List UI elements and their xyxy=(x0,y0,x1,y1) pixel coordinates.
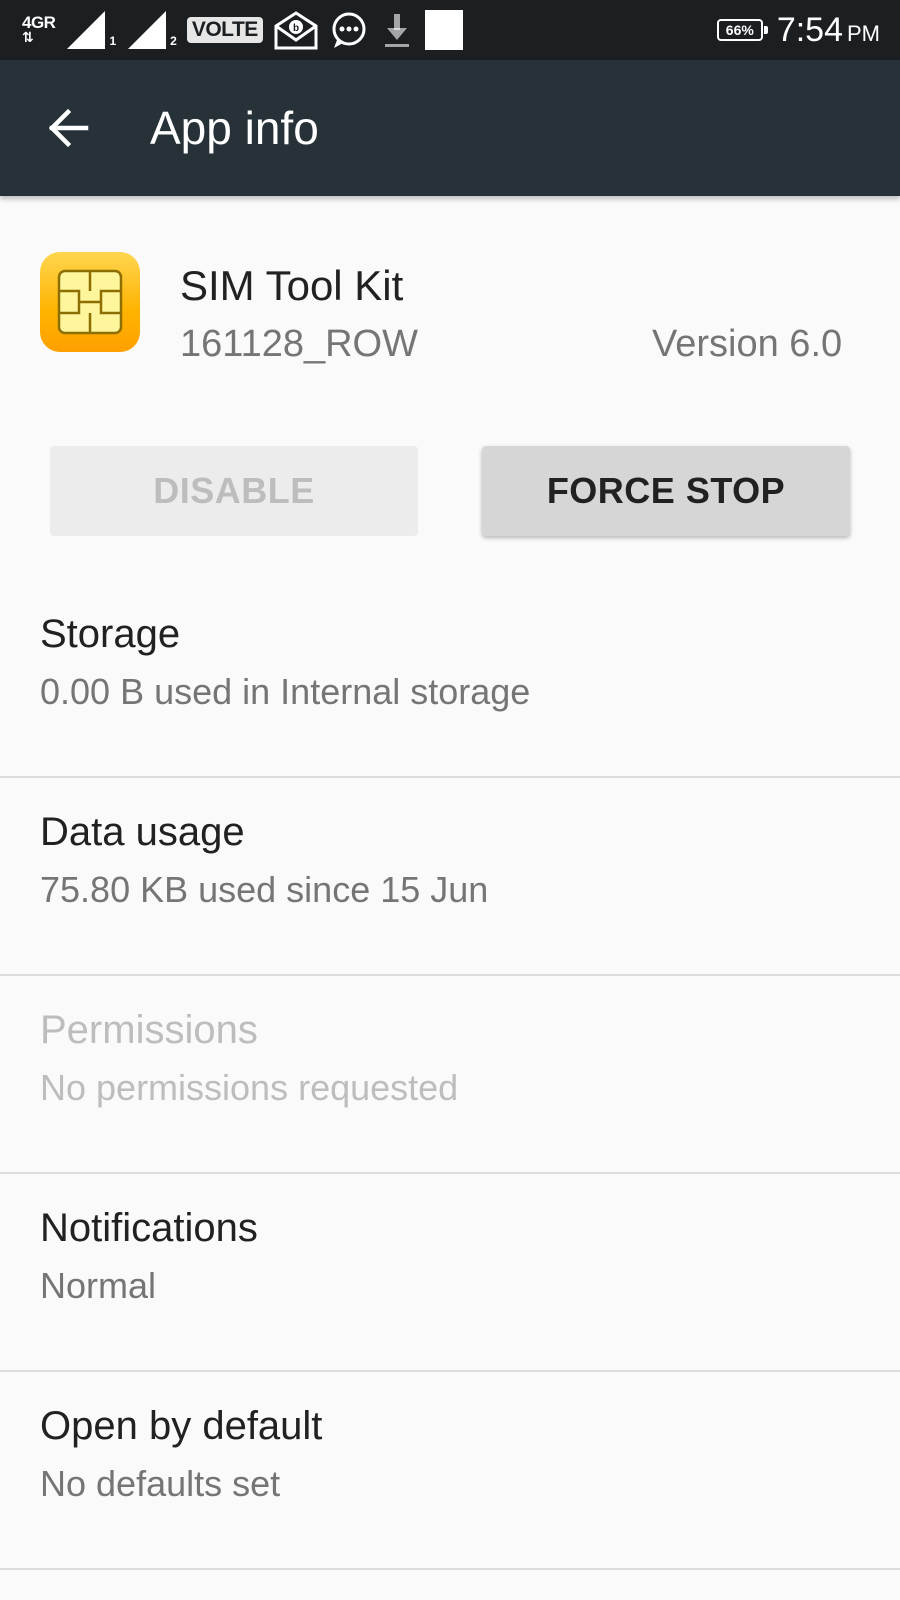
page-title: App info xyxy=(150,102,319,154)
force-stop-button[interactable]: FORCE STOP xyxy=(482,446,850,536)
clock-time: 7:54 xyxy=(776,10,843,49)
volte-badge: VOLTE xyxy=(186,17,263,43)
clock-ampm: PM xyxy=(847,20,880,46)
notification-placeholder-icon xyxy=(424,10,463,50)
chat-bubble-icon xyxy=(332,12,366,48)
app-version: Version 6.0 xyxy=(652,323,843,365)
download-icon xyxy=(384,14,409,47)
clock: 7:54 PM xyxy=(777,11,880,50)
app-bar: App info xyxy=(0,60,900,196)
list-item-summary: 75.80 KB used since 15 Jun xyxy=(40,869,489,910)
battery-icon: 66% xyxy=(716,19,768,41)
list-item-data-usage[interactable]: Data usage 75.80 KB used since 15 Jun xyxy=(0,776,900,974)
battery-percent: 66% xyxy=(725,22,754,38)
disable-button[interactable]: DISABLE xyxy=(50,446,418,536)
status-bar: 4GR ⇅ 1 2 VOLTE b 66% 7:54 PM xyxy=(0,0,900,60)
arrow-back-icon xyxy=(48,108,89,148)
app-name: SIM Tool Kit xyxy=(180,262,404,309)
list-item-summary: 0.00 B used in Internal storage xyxy=(40,671,531,712)
sim1-index: 1 xyxy=(109,34,117,48)
sim2-index: 2 xyxy=(170,34,177,48)
status-bar-left: 4GR ⇅ 1 2 VOLTE b xyxy=(22,8,463,52)
sim-card-icon xyxy=(40,252,140,352)
sim-chip-graphic xyxy=(57,269,123,335)
svg-text:b: b xyxy=(293,23,299,34)
signal-icon xyxy=(67,11,106,49)
signal-icon xyxy=(128,11,167,49)
app-build: 161128_ROW xyxy=(180,323,418,365)
network-type-indicator: 4GR ⇅ xyxy=(22,14,56,45)
list-item-permissions: Permissions No permissions requested xyxy=(0,974,900,1172)
status-bar-right: 66% 7:54 PM xyxy=(716,8,880,52)
list-item-summary: Normal xyxy=(40,1265,157,1306)
list-item-title: Storage xyxy=(40,612,181,656)
list-item-title: Notifications xyxy=(40,1206,258,1250)
list-item-notifications[interactable]: Notifications Normal xyxy=(0,1172,900,1370)
list-item-title: Permissions xyxy=(40,1008,258,1052)
list-item-storage[interactable]: Storage 0.00 B used in Internal storage xyxy=(0,578,900,776)
divider xyxy=(0,1568,900,1570)
list-item-summary: No permissions requested xyxy=(40,1067,459,1108)
list-item-title: Data usage xyxy=(40,810,245,854)
mail-notification-icon: b xyxy=(274,11,318,50)
list-item-open-by-default[interactable]: Open by default No defaults set xyxy=(0,1370,900,1568)
list-item-summary: No defaults set xyxy=(40,1463,281,1504)
list-item-title: Open by default xyxy=(40,1404,323,1448)
back-button[interactable] xyxy=(40,100,96,156)
